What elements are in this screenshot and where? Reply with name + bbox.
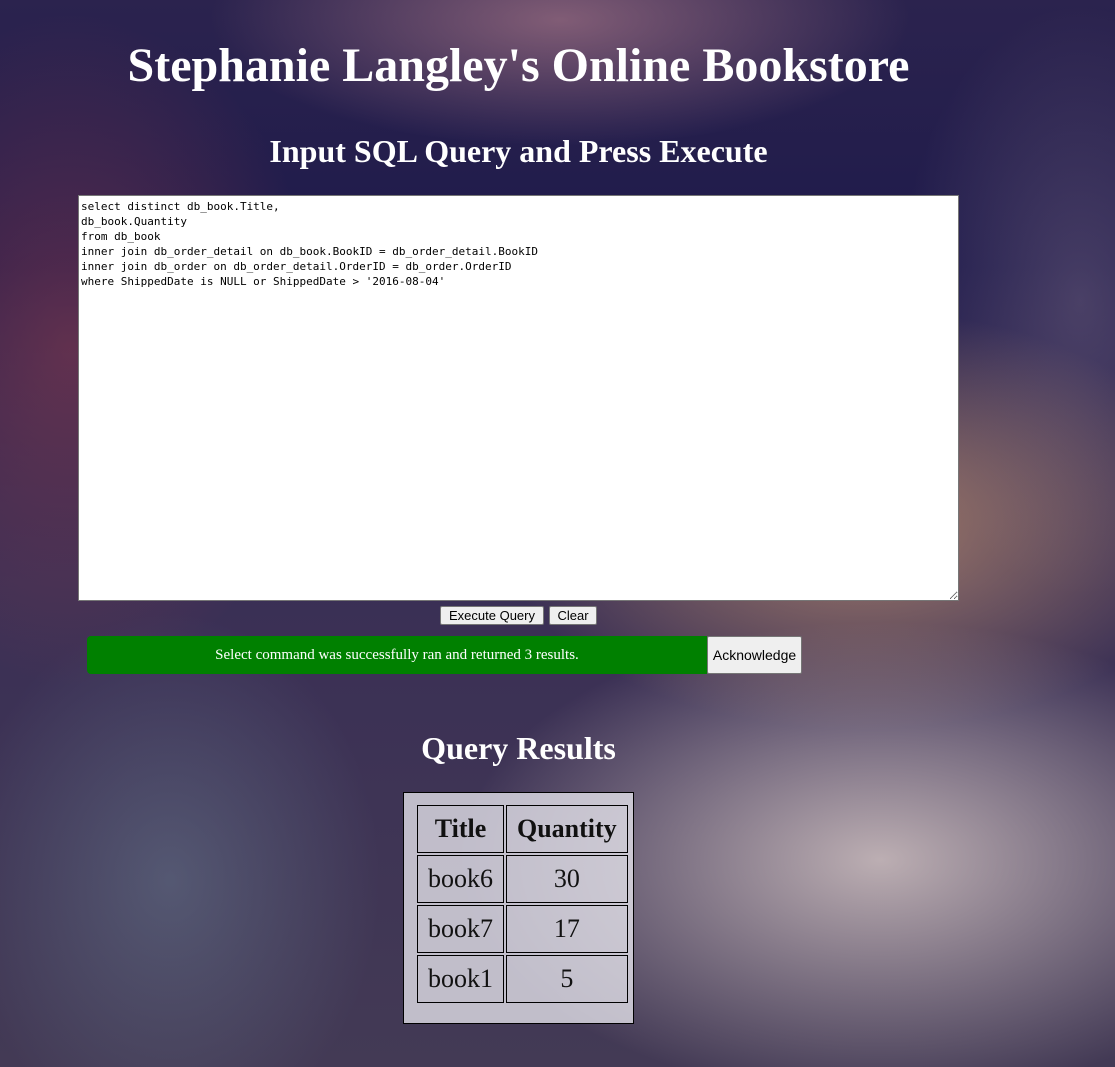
- table-cell-quantity: 17: [506, 905, 628, 953]
- column-header-title: Title: [417, 805, 504, 853]
- status-message: Select command was successfully ran and …: [215, 647, 579, 663]
- table-row: book6 30: [417, 855, 628, 903]
- table-cell-title: book7: [417, 905, 504, 953]
- page-title: Stephanie Langley's Online Bookstore: [127, 39, 910, 92]
- table-cell-title: book6: [417, 855, 504, 903]
- table-cell-quantity: 30: [506, 855, 628, 903]
- table-row: book1 5: [417, 955, 628, 1003]
- table-row: book7 17: [417, 905, 628, 953]
- status-banner: Select command was successfully ran and …: [87, 636, 707, 674]
- column-header-quantity: Quantity: [506, 805, 628, 853]
- query-instructions-heading: Input SQL Query and Press Execute: [269, 133, 768, 169]
- table-header-row: Title Quantity: [417, 805, 628, 853]
- results-table-container: Title Quantity book6 30 book7 17 book1 5: [403, 792, 634, 1024]
- acknowledge-button[interactable]: Acknowledge: [707, 636, 802, 674]
- sql-query-input[interactable]: select distinct db_book.Title, db_book.Q…: [78, 195, 959, 601]
- results-heading: Query Results: [421, 730, 616, 766]
- clear-button[interactable]: Clear: [549, 606, 597, 625]
- results-table: Title Quantity book6 30 book7 17 book1 5: [415, 803, 630, 1005]
- table-cell-quantity: 5: [506, 955, 628, 1003]
- table-cell-title: book1: [417, 955, 504, 1003]
- execute-query-button[interactable]: Execute Query: [440, 606, 544, 625]
